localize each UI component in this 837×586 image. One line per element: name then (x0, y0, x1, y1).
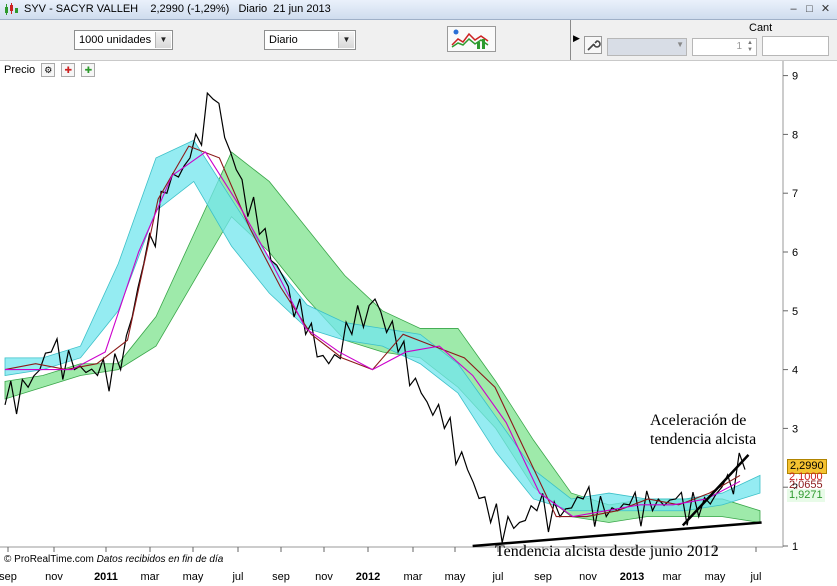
footer-data-note: Datos recibidos en fin de día (96, 554, 224, 565)
acceleration-line-2: tendencia alcista (650, 431, 757, 448)
y-tick-label: 6 (792, 247, 798, 259)
x-tick-label: jul (749, 571, 761, 583)
x-tick-label: may (183, 571, 204, 583)
chevron-down-icon: ▼ (676, 40, 684, 49)
x-tick-label: may (705, 571, 726, 583)
title-bar: SYV - SACYR VALLEH 2,2990 (-1,29%) Diari… (0, 0, 837, 20)
quantity-value: 1 (736, 41, 742, 52)
y-tick-label: 7 (792, 188, 798, 200)
settings-wrench-button[interactable] (584, 36, 602, 54)
chart-header: Precio ⚙ ✚ ✚ (4, 63, 96, 77)
y-tick-label: 4 (792, 365, 798, 377)
x-tick-label: mar (141, 571, 160, 583)
y-tick-label: 8 (792, 129, 798, 141)
price-chart: 123456789 sepnov2011marmayjulsepnov2012m… (0, 61, 798, 583)
candlestick-icon (5, 3, 18, 15)
x-tick-label: sep (534, 571, 552, 583)
title-date: 21 jun 2013 (273, 3, 331, 15)
x-tick-label: nov (579, 571, 597, 583)
quantity-label: Cant (749, 22, 773, 34)
indicators-chart-icon (451, 29, 489, 49)
y-tick-label: 3 (792, 423, 798, 435)
wrench-icon (587, 40, 601, 51)
minimize-button[interactable]: – (786, 2, 801, 16)
order-panel: ▶ ▼ Cant 1 ▲ ▼ (570, 20, 837, 60)
product-select[interactable]: ▼ (607, 38, 687, 56)
add-indicator-icon[interactable]: ✚ (81, 63, 96, 77)
x-tick-label: jul (491, 571, 503, 583)
price-input[interactable] (762, 36, 829, 56)
remove-indicator-icon[interactable]: ✚ (61, 63, 76, 77)
chevron-down-icon: ▼ (338, 32, 354, 48)
price-tag-4: 1,9271 (787, 489, 825, 502)
x-tick-label: 2011 (94, 571, 118, 583)
units-select-value: 1000 unidades (79, 34, 152, 46)
ichimoku-clouds (4, 139, 761, 523)
y-tick-label: 1 (792, 541, 798, 553)
x-tick-label: sep (272, 571, 290, 583)
chevron-down-icon: ▼ (155, 32, 171, 48)
collapse-arrow-icon[interactable]: ▶ (573, 33, 580, 44)
trend-annotation: Tendencia alcista desde junio 2012 (495, 543, 719, 560)
x-tick-label: mar (663, 571, 682, 583)
footer-source: © ProRealTime.com (4, 554, 94, 565)
acceleration-line-1: Aceleración de (650, 412, 747, 429)
title-symbol: SYV - SACYR VALLEH (24, 3, 139, 15)
title-price: 2,2990 (150, 3, 185, 15)
x-tick-label: 2012 (356, 571, 380, 583)
footer-note: © ProRealTime.com Datos recibidos en fin… (4, 554, 223, 565)
chart-area[interactable]: Precio ⚙ ✚ ✚ 123456789 sepnov2011marmayj… (0, 61, 837, 586)
title-change: (-1,29%) (187, 3, 230, 15)
maximize-button[interactable]: □ (802, 2, 817, 16)
title-period: Diario (238, 3, 268, 15)
quantity-stepper[interactable]: ▲ ▼ (745, 40, 755, 54)
y-tick-label: 5 (792, 306, 798, 318)
y-tick-label: 9 (792, 71, 798, 83)
price-label: Precio (4, 63, 36, 76)
indicators-button[interactable] (447, 26, 496, 52)
x-tick-label: jul (231, 571, 243, 583)
period-select[interactable]: Diario ▼ (264, 30, 356, 50)
x-tick-label: sep (0, 571, 17, 583)
x-tick-label: nov (45, 571, 63, 583)
period-select-value: Diario (269, 34, 298, 46)
x-tick-label: 2013 (620, 571, 644, 583)
acceleration-annotation: Aceleración de tendencia alcista (650, 411, 756, 449)
x-tick-label: may (445, 571, 466, 583)
wrench-icon[interactable]: ⚙ (41, 63, 56, 77)
units-select[interactable]: 1000 unidades ▼ (74, 30, 173, 50)
window-title: SYV - SACYR VALLEH 2,2990 (-1,29%) Diari… (24, 3, 331, 15)
quantity-input[interactable]: 1 ▲ ▼ (692, 38, 757, 56)
close-button[interactable]: ✕ (818, 2, 833, 16)
x-tick-label: mar (404, 571, 423, 583)
app-window: SYV - SACYR VALLEH 2,2990 (-1,29%) Diari… (0, 0, 837, 586)
x-tick-label: nov (315, 571, 333, 583)
